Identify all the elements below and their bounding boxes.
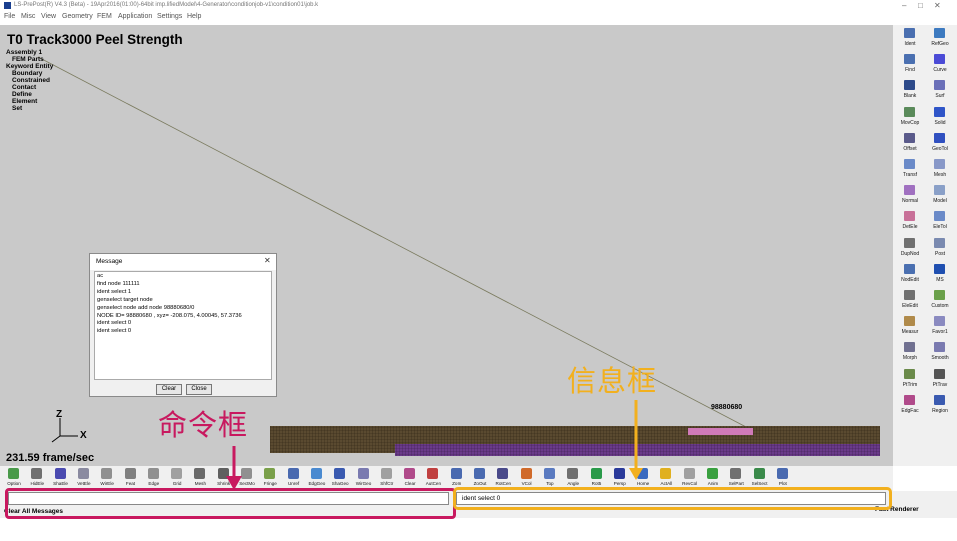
info-arrow-head (629, 468, 643, 480)
command-arrow-head (226, 476, 242, 490)
annotation-arrows (226, 400, 643, 490)
